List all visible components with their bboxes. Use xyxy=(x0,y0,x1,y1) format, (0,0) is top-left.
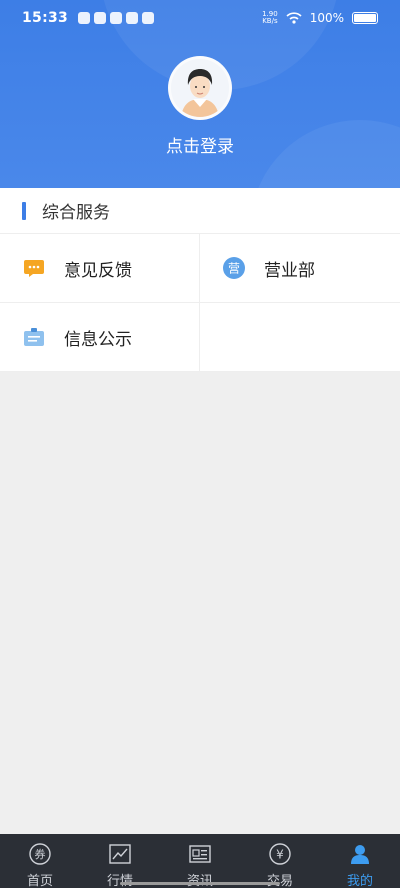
section-title: 综合服务 xyxy=(42,203,110,223)
home-icon-glyph: 券 xyxy=(35,847,46,861)
bottom-tab-bar: 券 首页 行情 资讯 ¥ 交易 我的 xyxy=(0,834,400,888)
service-branch[interactable]: 营 营业部 xyxy=(200,234,400,303)
trade-icon-glyph: ¥ xyxy=(276,848,284,862)
yen-icon: ¥ xyxy=(268,842,292,866)
service-label: 意见反馈 xyxy=(64,260,132,281)
services-section: 综合服务 意见反馈 营 营业部 信息公示 xyxy=(0,188,400,372)
notice-board-icon xyxy=(22,325,46,349)
service-notice[interactable]: 信息公示 xyxy=(0,303,200,372)
wifi-icon xyxy=(286,12,302,24)
section-header: 综合服务 xyxy=(0,188,400,234)
notification-icon xyxy=(110,12,123,24)
tab-label: 首页 xyxy=(26,874,53,888)
notification-icons xyxy=(78,12,155,24)
battery-percent: 100% xyxy=(309,11,344,25)
feedback-icon xyxy=(22,256,46,280)
service-label: 信息公示 xyxy=(64,329,132,350)
tab-label: 行情 xyxy=(106,874,133,888)
tab-mine[interactable]: 我的 xyxy=(320,834,400,888)
chart-icon xyxy=(108,842,132,866)
services-grid: 意见反馈 营 营业部 信息公示 xyxy=(0,234,400,372)
home-indicator[interactable] xyxy=(120,882,280,885)
battery-icon xyxy=(352,12,378,24)
section-accent-bar xyxy=(22,201,26,220)
tab-home[interactable]: 券 首页 xyxy=(0,834,80,888)
tab-market[interactable]: 行情 xyxy=(80,834,160,888)
status-time: 15:33 xyxy=(22,10,69,26)
login-link[interactable]: 点击登录 xyxy=(0,132,400,157)
tab-label: 资讯 xyxy=(186,874,213,888)
tab-trade[interactable]: ¥ 交易 xyxy=(240,834,320,888)
service-label: 营业部 xyxy=(264,260,315,281)
news-icon xyxy=(188,842,212,866)
status-right: 1.90 KB/s 100% xyxy=(262,11,378,25)
avatar[interactable] xyxy=(168,56,232,120)
user-icon xyxy=(348,842,372,866)
home-coupon-icon: 券 xyxy=(28,842,52,866)
empty-cell xyxy=(200,303,400,372)
tab-label: 交易 xyxy=(266,874,293,888)
service-feedback[interactable]: 意见反馈 xyxy=(0,234,200,303)
branch-icon-glyph: 营 xyxy=(228,262,240,276)
notification-icon xyxy=(126,12,139,24)
tab-news[interactable]: 资讯 xyxy=(160,834,240,888)
net-speed-unit: KB/s xyxy=(262,17,278,25)
branch-icon: 营 xyxy=(222,256,246,280)
status-bar: 15:33 1.90 KB/s 100% xyxy=(0,0,400,36)
avatar-person-icon xyxy=(171,59,229,117)
notification-icon xyxy=(142,12,155,24)
tab-label: 我的 xyxy=(346,874,373,888)
network-speed: 1.90 KB/s xyxy=(262,11,278,25)
notification-icon xyxy=(94,12,107,24)
profile-header: 15:33 1.90 KB/s 100% 点击登录 xyxy=(0,0,400,188)
notification-icon xyxy=(78,12,91,24)
